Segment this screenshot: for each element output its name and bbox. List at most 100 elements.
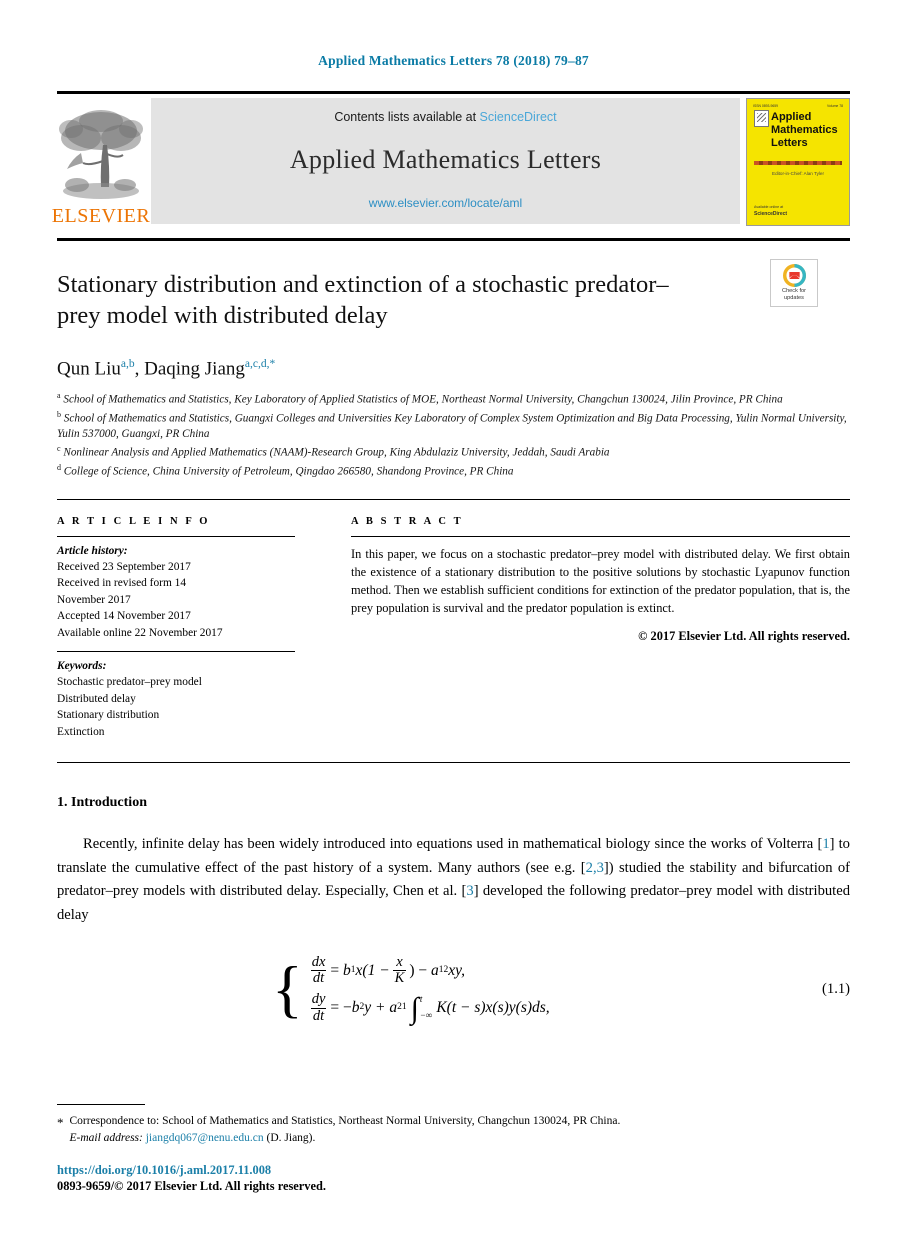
history-item: Received 23 September 2017 — [57, 560, 191, 573]
abstract-column: A B S T R A C T In this paper, we focus … — [351, 516, 850, 741]
affiliation-item: c Nonlinear Analysis and Applied Mathema… — [57, 443, 847, 462]
interaction-term-1: xy, — [448, 961, 466, 979]
elsevier-logo: ELSEVIER — [52, 98, 150, 226]
cover-divider — [754, 161, 842, 165]
a12-subscript: 12 — [438, 964, 449, 975]
integral-sign-icon: ∫ — [410, 991, 419, 1025]
predator-term: y + — [364, 999, 386, 1017]
affiliation-item: d College of Science, China University o… — [57, 462, 847, 481]
crossmark-line1: Check for — [782, 288, 806, 295]
cover-footer-brand: ScienceDirect — [754, 210, 788, 217]
equation-number: (1.1) — [822, 981, 850, 998]
intro-text-part-1: Recently, infinite delay has been widely… — [83, 836, 823, 853]
coefficient-b2: b — [351, 999, 360, 1017]
paper-page: Applied Mathematics Letters 78 (2018) 79… — [0, 0, 907, 1238]
introduction-paragraph: Recently, infinite delay has been widely… — [57, 833, 850, 928]
affiliation-mark: c — [57, 444, 61, 454]
history-item: Received in revised form 14 — [57, 577, 187, 590]
author-separator: , — [134, 358, 145, 380]
dt-denominator: dt — [310, 970, 327, 987]
journal-banner: Contents lists available at ScienceDirec… — [151, 98, 740, 224]
cover-topline: ISSN 0893-9659 Volume 78 — [753, 104, 843, 108]
keyword-item: Extinction — [57, 725, 105, 738]
derivative-dx-dt: dx dt — [310, 953, 328, 987]
a21-subscript: 21 — [397, 1002, 407, 1013]
contents-prefix: Contents lists available at — [334, 110, 480, 124]
author-2[interactable]: Daqing Jiang — [144, 358, 245, 379]
cover-publisher-mark-icon — [754, 110, 769, 127]
citation-link-1[interactable]: 1 — [822, 836, 829, 852]
affiliation-item: b School of Mathematics and Statistics, … — [57, 409, 847, 444]
correspondence-text: Correspondence to: School of Mathematics… — [69, 1114, 621, 1127]
close-paren-minus: ) − — [409, 961, 428, 979]
affiliation-mark: b — [57, 409, 61, 419]
page-title: Stationary distribution and extinction o… — [57, 271, 669, 330]
citation-link-2[interactable]: 2,3 — [586, 860, 604, 876]
journal-cover-thumbnail[interactable]: ISSN 0893-9659 Volume 78 Applied Mathema… — [746, 98, 850, 226]
abstract-copyright: © 2017 Elsevier Ltd. All rights reserved… — [638, 628, 850, 643]
footnote-asterisk: * — [57, 1114, 64, 1130]
affiliation-text: School of Mathematics and Statistics, Gu… — [57, 412, 847, 441]
doi-block: https://doi.org/10.1016/j.aml.2017.11.00… — [57, 1163, 850, 1194]
crossmark-label: Check for updates — [782, 288, 806, 302]
keyword-item: Distributed delay — [57, 692, 136, 705]
keyword-item: Stochastic predator–prey model — [57, 676, 202, 689]
coefficient-a21: a — [389, 999, 398, 1017]
cover-footer: Available online at ScienceDirect — [754, 205, 787, 218]
author-2-affil-marks: a,c,d,* — [244, 357, 276, 370]
abstract-heading: A B S T R A C T — [351, 515, 464, 527]
x-numerator: x — [396, 953, 403, 970]
article-history-label: Article history: — [57, 544, 128, 557]
journal-url-link[interactable]: www.elsevier.com/locate/aml — [369, 196, 522, 210]
cover-volume: Volume 78 — [826, 104, 843, 108]
author-list: Qun Liua,b, Daqing Jianga,c,d,* — [57, 358, 850, 380]
integral-limits: t −∞ — [419, 994, 433, 1021]
title-block: Stationary distribution and extinction o… — [57, 238, 850, 481]
section-heading-introduction: 1. Introduction — [57, 795, 147, 811]
cover-title-line2: Mathematics — [771, 123, 838, 136]
eq-sign-1: = — [330, 961, 340, 979]
derivative-dy-dt: dy dt — [310, 991, 328, 1024]
keyword-item: Stationary distribution — [57, 709, 160, 722]
affiliation-list: a School of Mathematics and Statistics, … — [57, 390, 847, 480]
affiliation-text: College of Science, China University of … — [63, 465, 514, 478]
crossmark-badge[interactable]: Check for updates — [770, 259, 818, 307]
affiliation-mark: a — [57, 391, 61, 401]
integral-lower-limit: −∞ — [419, 1010, 433, 1021]
affiliation-mark: d — [57, 462, 61, 472]
author-1[interactable]: Qun Liu — [57, 358, 121, 379]
cover-title: Applied Mathematics Letters — [771, 111, 843, 150]
equation-body: { dx dt = b 1 x(1 − x K ) − a 12 xy, dy … — [272, 950, 850, 1030]
dy-numerator: dy — [311, 991, 326, 1008]
issn-copyright-line: 0893-9659/© 2017 Elsevier Ltd. All right… — [57, 1179, 326, 1193]
running-head: Applied Mathematics Letters 78 (2018) 79… — [318, 53, 589, 68]
keywords-label: Keywords: — [57, 660, 107, 673]
article-info-heading: A R T I C L E I N F O — [57, 515, 211, 527]
affiliation-item: a School of Mathematics and Statistics, … — [57, 390, 847, 409]
equation-line-1: dx dt = b 1 x(1 − x K ) − a 12 xy, — [307, 953, 550, 987]
contents-available-line: Contents lists available at ScienceDirec… — [334, 110, 556, 124]
doi-link[interactable]: https://doi.org/10.1016/j.aml.2017.11.00… — [57, 1163, 850, 1178]
history-item: Available online 22 November 2017 — [57, 626, 223, 639]
email-link[interactable]: jiangdq067@nenu.edu.cn — [146, 1132, 264, 1144]
sciencedirect-link[interactable]: ScienceDirect — [480, 110, 557, 124]
fraction-x-over-K: x K — [392, 953, 407, 987]
integral-upper-limit: t — [419, 994, 423, 1005]
email-label: E-mail address: — [69, 1131, 143, 1144]
logistic-term: x(1 − — [355, 961, 390, 979]
article-info-column: A R T I C L E I N F O Article history: R… — [57, 516, 295, 741]
coefficient-a12: a — [431, 961, 439, 979]
affiliation-text: School of Mathematics and Statistics, Ke… — [63, 393, 783, 406]
correspondence-footnote: * Correspondence to: School of Mathemati… — [57, 1113, 850, 1148]
abstract-text: In this paper, we focus on a stochastic … — [351, 546, 850, 615]
journal-title: Applied Mathematics Letters — [289, 145, 602, 174]
equation-brace: { — [272, 953, 303, 1025]
dx-numerator: dx — [311, 953, 326, 970]
elsevier-wordmark: ELSEVIER — [51, 205, 151, 227]
K-denominator: K — [392, 970, 407, 987]
equation-1-1: { dx dt = b 1 x(1 − x K ) − a 12 xy, dy … — [57, 950, 850, 1030]
article-history-group: Article history: Received 23 September 2… — [57, 537, 295, 642]
info-abstract-section: A R T I C L E I N F O Article history: R… — [57, 498, 850, 741]
elsevier-tree-icon — [59, 110, 143, 199]
citation-link-3[interactable]: 3 — [466, 883, 473, 899]
